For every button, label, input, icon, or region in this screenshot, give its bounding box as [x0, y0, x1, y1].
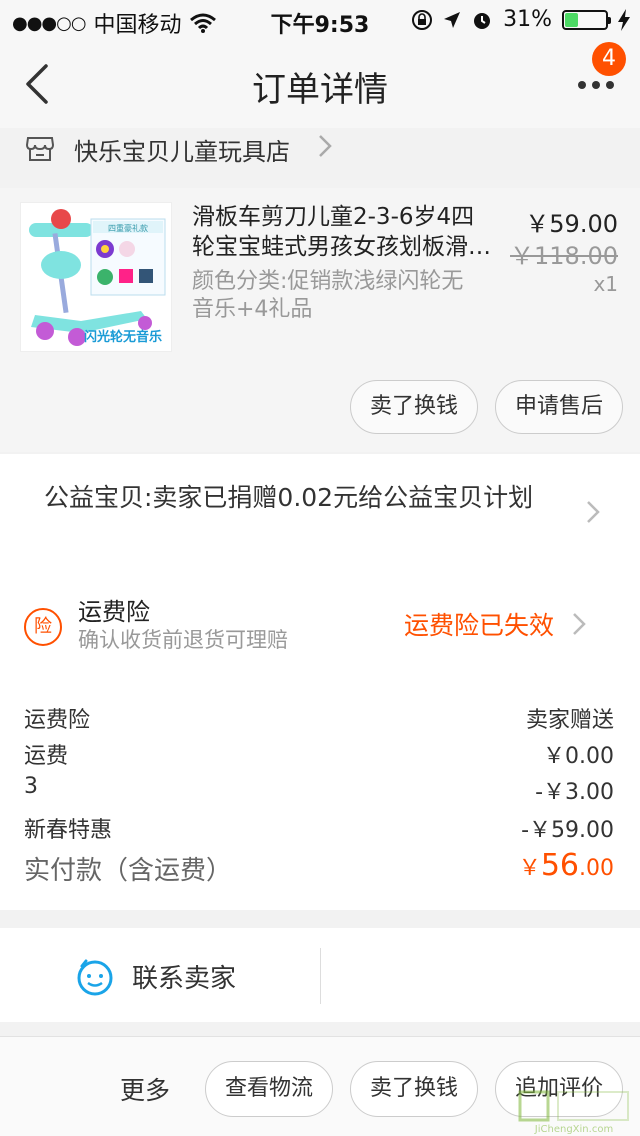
- product-original-price: ￥118.00: [510, 242, 618, 270]
- product-sku: 颜色分类:促销款浅绿闪轮无 音乐+4礼品: [192, 268, 498, 324]
- charity-text: 公益宝贝:卖家已捐赠0.02元给公益宝贝计划: [44, 483, 534, 512]
- chat-smile-icon: [77, 959, 113, 996]
- notification-badge: 4: [592, 42, 626, 76]
- insurance-status: 运费险已失效: [404, 611, 555, 640]
- product-quantity: x1: [593, 272, 618, 296]
- product-title-line2: 轮宝宝蛙式男孩女孩划板滑板车: [192, 234, 498, 260]
- status-bar-right: 31%: [411, 7, 630, 32]
- site-watermark: JiChengXin.com: [514, 1086, 634, 1136]
- more-actions-button[interactable]: 更多: [120, 1071, 170, 1107]
- view-logistics-button[interactable]: 查看物流: [205, 1061, 333, 1117]
- orientation-lock-icon: [412, 9, 433, 30]
- shop-name: 快乐宝贝儿童玩具店: [74, 138, 290, 166]
- image-caption: 闪光轮无音乐: [84, 329, 162, 345]
- sell-for-cash-bottom-button[interactable]: 卖了换钱: [350, 1061, 478, 1117]
- insurance-subtitle: 确认收货前退货可理赔: [78, 628, 288, 652]
- product-title[interactable]: 滑板车剪刀儿童2-3-6岁4四 轮宝宝蛙式男孩女孩划板滑板车: [192, 202, 498, 262]
- page-title: 订单详情: [252, 70, 388, 110]
- paid-amount: ￥56.00: [519, 848, 614, 883]
- paid-currency: ￥: [518, 856, 541, 881]
- fee-label: 3: [24, 774, 38, 799]
- contact-section: 联系卖家: [0, 928, 640, 1022]
- apply-after-sales-button[interactable]: 申请售后: [495, 380, 623, 434]
- battery-icon: [562, 9, 611, 30]
- watermark-logo: JiChengXin.com: [518, 1090, 629, 1135]
- divider: [320, 948, 321, 1004]
- fee-value: 卖家赠送: [525, 708, 614, 733]
- product-price: ￥59.00: [525, 210, 618, 238]
- store-icon: [26, 137, 54, 161]
- fee-value: -￥3.00: [535, 780, 614, 805]
- paid-total-row: 实付款（含运费） ￥56.00: [0, 846, 640, 896]
- battery-percent: 31%: [503, 7, 552, 32]
- fee-row-spring-sale: 新春特惠 -￥59.00: [0, 808, 640, 844]
- fee-row-shipping: 运费 ￥0.00: [0, 734, 640, 770]
- paid-label: 实付款（含运费）: [24, 856, 233, 886]
- contact-seller-label: 联系卖家: [132, 964, 237, 994]
- fee-label: 运费: [24, 744, 69, 769]
- scooter-illustration: 四重豪礼款 闪光轮无音乐: [21, 203, 171, 351]
- contact-seller-button[interactable]: 联系卖家: [0, 928, 320, 1022]
- gift-panel-title: 四重豪礼款: [108, 223, 148, 233]
- product-sku-line2: 音乐+4礼品: [192, 297, 313, 322]
- fee-label: 运费险: [24, 708, 91, 733]
- product-title-line1: 滑板车剪刀儿童2-3-6岁4四: [192, 204, 475, 230]
- product-card[interactable]: 四重豪礼款 闪光轮无音乐 滑板车剪刀儿童2-3-6岁4四 轮宝宝蛙式男孩女孩划板…: [0, 188, 640, 452]
- fee-value: ￥0.00: [543, 744, 614, 769]
- shop-row[interactable]: 快乐宝贝儿童玩具店: [0, 128, 640, 184]
- chevron-right-icon: [586, 498, 600, 531]
- watermark-text: JiChengXin.com: [534, 1124, 613, 1135]
- product-image[interactable]: 四重豪礼款 闪光轮无音乐: [20, 202, 172, 352]
- shipping-insurance-row[interactable]: 险 运费险 确认收货前退货可理赔 运费险已失效: [0, 562, 640, 670]
- sell-for-cash-button[interactable]: 卖了换钱: [350, 380, 478, 434]
- paid-integer: 56: [540, 848, 579, 883]
- status-bar: ●●●○○ 中国移动 下午9:53 31%: [0, 0, 640, 40]
- fee-summary: 运费险 卖家赠送 运费 ￥0.00 3 -￥3.00 新春特惠 -￥59.00 …: [0, 670, 640, 910]
- chevron-right-icon: [318, 134, 332, 165]
- navigation-bar: 订单详情 4: [0, 40, 640, 128]
- product-sku-line1: 颜色分类:促销款浅绿闪轮无: [192, 269, 464, 294]
- paid-decimal: .00: [579, 856, 614, 881]
- charging-bolt-icon: [618, 8, 630, 31]
- more-dots-icon: [578, 81, 614, 89]
- alarm-clock-icon: [474, 12, 491, 29]
- fee-value: -￥59.00: [521, 818, 614, 843]
- location-arrow-icon: [444, 11, 461, 28]
- fee-row-discount: 3 -￥3.00: [0, 770, 640, 806]
- charity-row[interactable]: 公益宝贝:卖家已捐赠0.02元给公益宝贝计划: [0, 454, 640, 562]
- fee-row-insurance: 运费险 卖家赠送: [0, 698, 640, 734]
- insurance-title: 运费险: [78, 598, 150, 626]
- fee-label: 新春特惠: [24, 818, 113, 843]
- chevron-right-icon: [572, 610, 586, 643]
- insurance-badge-icon: 险: [24, 608, 62, 646]
